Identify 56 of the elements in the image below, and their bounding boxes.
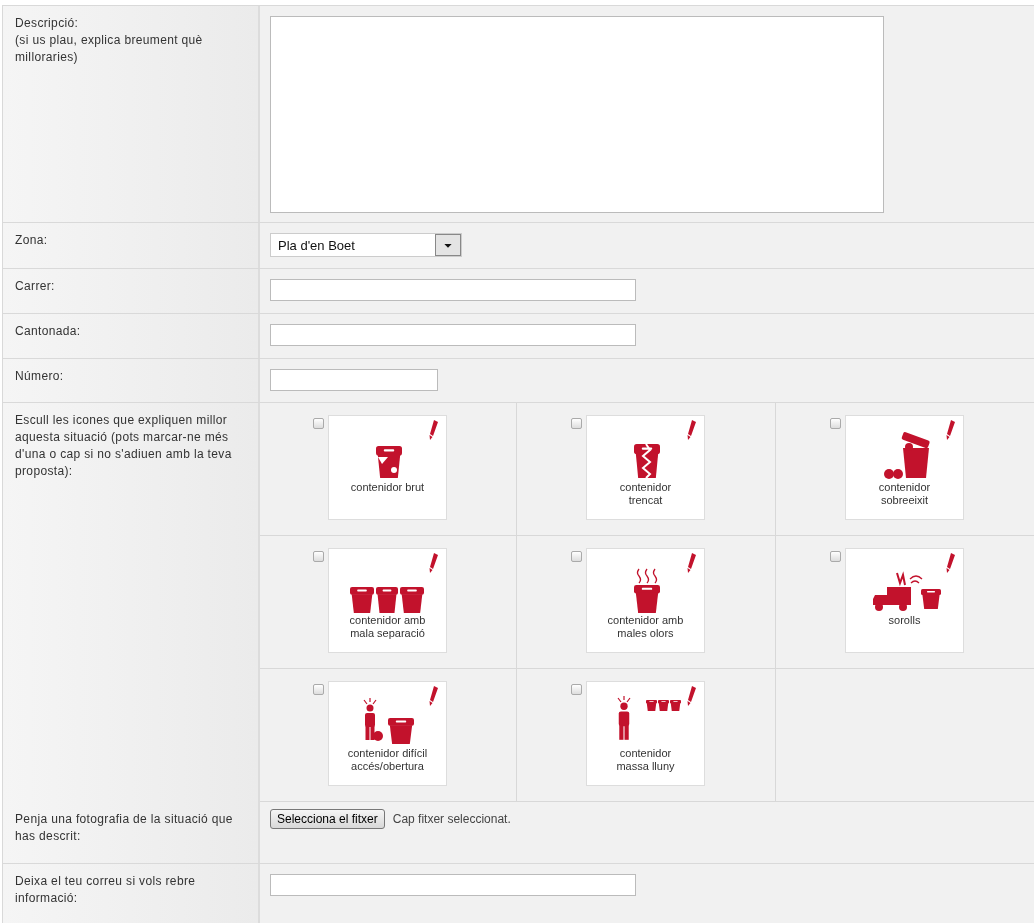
field-label: Descripció: [15,16,79,30]
truck-and-bin-drawing [872,571,941,611]
checkbox[interactable] [313,418,324,429]
pencil-icon [429,686,438,706]
text-field[interactable] [270,874,636,896]
broken-bin-drawing [633,443,660,479]
pencil-icon [946,420,955,440]
file-status: Cap fitxer seleccionat. [392,812,511,826]
pencil-icon [687,420,696,440]
icon-caption: contenidor amb mala separació [349,614,426,640]
text-field[interactable] [270,369,438,391]
icon-caption: contenidor massa lluny [616,747,675,773]
field-label: Carrer: [15,279,55,293]
text-field[interactable] [270,324,636,346]
smelly-bin-drawing [633,568,660,613]
overflowing-bin-drawing [883,431,930,479]
zone-select[interactable]: Pla d'en Boet [270,233,462,257]
checkbox[interactable] [571,551,582,562]
icon-caption: contenidor amb males olors [607,614,684,640]
icon-card[interactable]: contenidor trencat [586,415,705,520]
icon-caption: contenidor brut [350,481,425,494]
icon-card[interactable]: contenidor amb mala separació [328,548,447,653]
person-and-bins-drawing [616,696,681,740]
pencil-icon [687,686,696,706]
icon-card[interactable]: sorolls [845,548,964,653]
icon-caption: contenidor sobreeixit [878,481,931,507]
icon-caption: sorolls [888,614,921,627]
icon-caption: contenidor difícil accés/obertura [347,747,428,773]
field-label: Cantonada: [15,324,81,338]
field-label: Zona: [15,233,48,247]
checkbox[interactable] [313,551,324,562]
icon-card[interactable]: contenidor difícil accés/obertura [328,681,447,786]
field-label: Deixa el teu correu si vols rebre informació: [15,874,196,905]
dirty-bin-drawing [375,446,402,478]
choose-file-button[interactable]: Selecciona el fitxer [270,809,385,829]
pencil-icon [687,553,696,573]
pencil-icon [429,420,438,440]
checkbox[interactable] [571,684,582,695]
checkbox[interactable] [830,551,841,562]
person-and-bin-drawing [362,697,414,744]
icon-card[interactable]: contenidor sobreeixit [845,415,964,520]
icon-caption: contenidor trencat [619,481,672,507]
field-label: Escull les icones que expliquen millor aquesta situació (pots marcar-ne més d'una o cap si no s'adiuen amb la teva proposta): [15,413,232,478]
checkbox[interactable] [313,684,324,695]
field-label: Penja una fotografia de la situació que has descrit: [15,812,233,843]
icon-card[interactable]: contenidor brut [328,415,447,520]
checkbox[interactable] [830,418,841,429]
icon-card[interactable]: contenidor massa lluny [586,681,705,786]
text-field[interactable] [270,279,636,301]
checkbox[interactable] [571,418,582,429]
field-hint: (si us plau, explica breument què milloraries) [15,33,203,64]
pencil-icon [429,553,438,573]
pencil-icon [946,553,955,573]
icon-card[interactable]: contenidor amb males olors [586,548,705,653]
field-label: Número: [15,369,64,383]
description-field[interactable] [270,16,884,213]
